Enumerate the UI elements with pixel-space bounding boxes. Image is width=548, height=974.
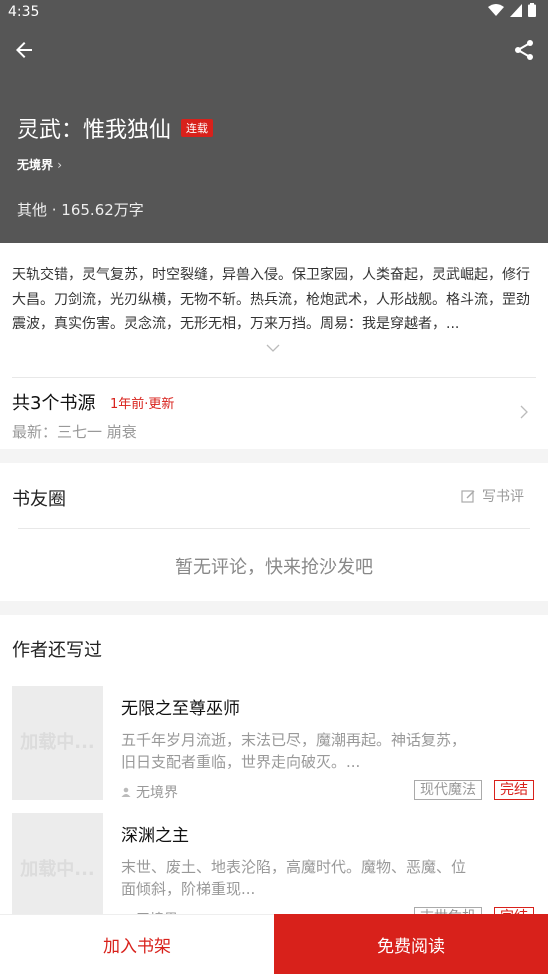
work-item[interactable]: 加载中... 无限之至尊巫师 五千年岁月流逝，末法已尽，魔潮再起。神话复苏，旧日… [0,686,548,802]
cover-placeholder-text: 加载中... [20,732,95,753]
write-review-button[interactable]: 写书评 [461,486,524,506]
work-author-name: 无境界 [136,785,178,801]
book-header: 4:35 灵武：惟我独仙 连载 无境界 › 其他 · 165.62万字 [0,0,548,243]
expand-chevron-icon[interactable] [266,344,280,352]
add-to-shelf-button[interactable]: 加入书架 [0,914,274,974]
latest-chapter: 最新：三七一 崩衰 [12,423,137,441]
work-description: 末世、废土、地表沦陷，高魔时代。魔物、恶魔、位面倾斜，阶梯重现... [121,858,467,898]
share-icon[interactable] [512,38,536,62]
book-cover: 加载中... [12,686,103,800]
user-icon [121,787,131,797]
work-description: 五千年岁月流逝，末法已尽，魔潮再起。神话复苏，旧日支配者重临，世界走向破灭。..… [121,731,467,771]
author-works-title: 作者还写过 [12,640,102,661]
work-title: 无限之至尊巫师 [121,699,240,719]
work-item[interactable]: 加载中... 深渊之主 末世、废土、地表沦陷，高魔时代。魔物、恶魔、位面倾斜，阶… [0,813,548,929]
author-works-card: 作者还写过 加载中... 无限之至尊巫师 五千年岁月流逝，末法已尽，魔潮再起。神… [0,615,548,928]
empty-comments-text: 暂无评论，快来抢沙发吧 [175,557,373,578]
author-name: 无境界 [17,158,54,172]
battery-icon [528,3,536,17]
status-tag: 完结 [494,780,534,800]
book-circle-title: 书友圈 [12,489,66,510]
work-author: 无境界 [121,782,178,802]
sources-update-time: 1年前·更新 [110,397,175,412]
chevron-right-icon [520,405,528,419]
signal-icon [510,3,522,17]
cover-placeholder-text: 加载中... [20,859,95,880]
back-arrow-icon[interactable] [12,38,36,62]
book-title: 灵武：惟我独仙 [17,118,172,143]
status-icons [488,3,536,17]
book-circle-card: 书友圈 写书评 暂无评论，快来抢沙发吧 [0,463,548,601]
status-time: 4:35 [8,4,40,20]
edit-icon [461,489,475,503]
book-cover: 加载中... [12,813,103,927]
bottom-action-bar: 加入书架 免费阅读 [0,914,548,974]
serial-status-badge: 连载 [181,119,214,137]
sources-count: 共3个书源 [12,393,96,414]
genre-tag: 现代魔法 [414,780,482,800]
divider [12,377,536,378]
divider [18,528,530,529]
book-title-row: 灵武：惟我独仙 连载 [17,112,214,144]
chevron-right-icon: › [57,158,63,172]
write-review-label: 写书评 [482,489,524,505]
free-read-button[interactable]: 免费阅读 [274,914,548,974]
work-title: 深渊之主 [121,826,189,846]
book-description[interactable]: 天轨交错，灵气复苏，时空裂缝，异兽入侵。保卫家园，人类奋起，灵武崛起，修行大昌。… [12,263,536,337]
book-meta: 其他 · 165.62万字 [17,201,144,219]
author-link[interactable]: 无境界 › [17,156,62,173]
info-card: 天轨交错，灵气复苏，时空裂缝，异兽入侵。保卫家园，人类奋起，灵武崛起，修行大昌。… [0,243,548,449]
wifi-icon [488,3,504,16]
